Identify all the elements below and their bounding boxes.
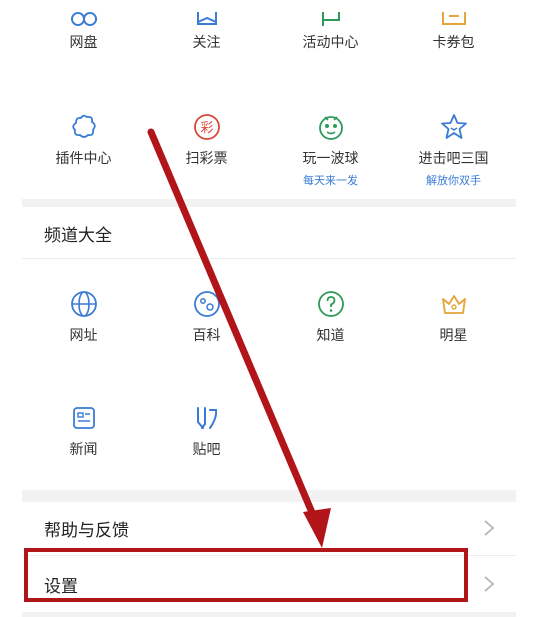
divider [22,258,516,259]
star-game-icon [439,112,469,142]
plugin-shortcut-row: 插件中心 彩 扫彩票 玩一波球 每天来一发 进击吧三国 解放你双手 [22,112,516,192]
bottom-band [22,612,516,617]
channel-label: 明星 [439,328,468,344]
chevron-right-icon [482,518,496,538]
channel-label: 网址 [69,328,98,344]
shortcut-label: 进击吧三国 [418,151,489,167]
lottery-icon: 彩 [192,112,222,142]
channel-label: 知道 [316,328,345,344]
coupon-icon [439,0,469,26]
encyclopedia-icon [192,289,222,319]
shortcut-follow[interactable]: 关注 [145,0,268,80]
channel-news[interactable]: 新闻 [22,403,145,473]
shortcut-coupons[interactable]: 卡券包 [392,0,515,80]
help-feedback-label: 帮助与反馈 [44,520,129,541]
follow-icon [192,0,222,26]
channel-encyclopedia[interactable]: 百科 [145,289,268,359]
section-divider [22,199,516,207]
channel-url[interactable]: 网址 [22,289,145,359]
flag-icon [316,0,346,26]
channels-title: 频道大全 [44,226,112,246]
shortcut-label: 卡券包 [432,35,475,51]
chevron-right-icon [482,574,496,594]
shortcut-label: 玩一波球 [302,151,359,167]
shortcut-sublabel: 每天来一发 [303,174,358,187]
shortcut-ball-game[interactable]: 玩一波球 每天来一发 [269,112,392,192]
top-shortcut-row: 网盘 关注 活动中心 卡券包 [22,0,516,80]
shortcut-label: 扫彩票 [185,151,228,167]
shortcut-activity-center[interactable]: 活动中心 [269,0,392,80]
shortcut-plugin-center[interactable]: 插件中心 [22,112,145,192]
section-divider [22,490,516,502]
globe-icon [69,289,99,319]
channel-label: 贴吧 [192,442,221,458]
shortcut-scan-lottery[interactable]: 彩 扫彩票 [145,112,268,192]
shortcut-three-kingdoms[interactable]: 进击吧三国 解放你双手 [392,112,515,192]
shortcut-cloud-drive[interactable]: 网盘 [22,0,145,80]
ball-game-icon [316,112,346,142]
svg-text:彩: 彩 [200,121,213,136]
plugin-icon [69,112,99,142]
channel-label: 百科 [192,328,221,344]
spacer [22,80,516,88]
shortcut-label: 插件中心 [55,151,112,167]
shortcut-label: 活动中心 [302,35,359,51]
help-feedback-row[interactable]: 帮助与反馈 [22,502,516,554]
tieba-icon [192,403,222,433]
channels-row-1: 网址 百科 知道 明星 [22,289,516,359]
shortcut-label: 关注 [192,35,221,51]
channel-celebrity[interactable]: 明星 [392,289,515,359]
channel-label: 新闻 [69,442,98,458]
channel-zhidao[interactable]: 知道 [269,289,392,359]
question-icon [316,289,346,319]
crown-icon [439,289,469,319]
channels-row-2: 新闻 贴吧 [22,403,516,473]
news-icon [69,403,99,433]
cloud-drive-icon [69,0,99,26]
settings-highlight-box [24,548,468,602]
channel-tieba[interactable]: 贴吧 [145,403,268,473]
shortcut-sublabel: 解放你双手 [426,174,481,187]
shortcut-label: 网盘 [69,35,98,51]
